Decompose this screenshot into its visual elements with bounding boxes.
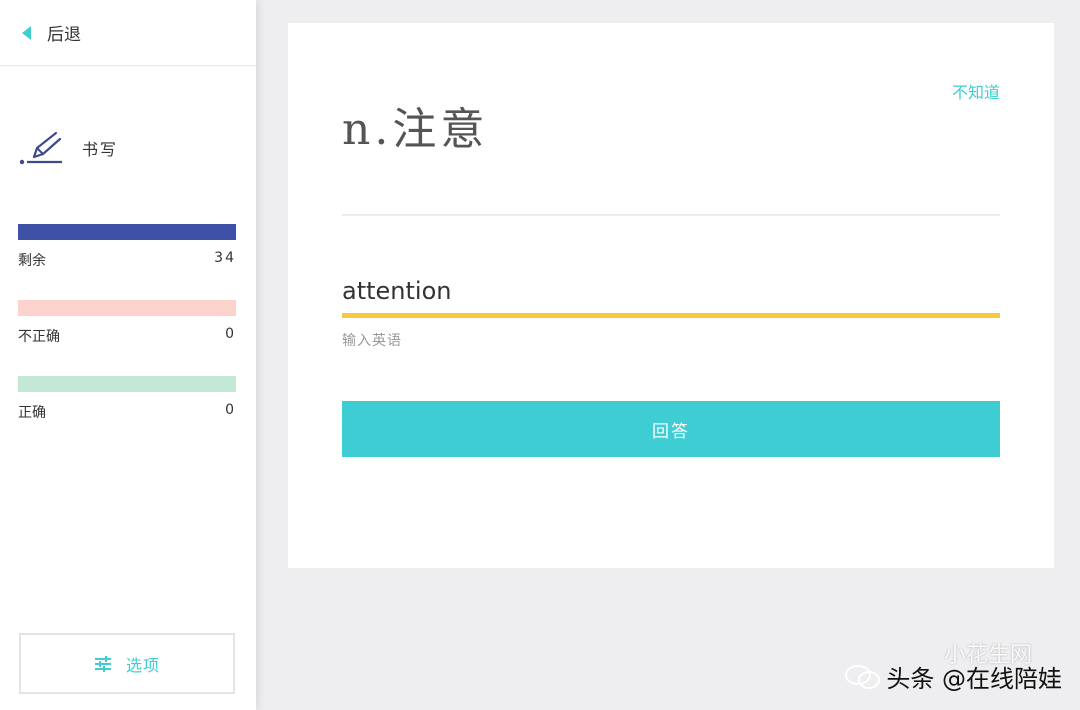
remaining-count: 34 bbox=[214, 250, 236, 266]
remaining-bar bbox=[18, 224, 236, 240]
sidebar: 后退 书写 剩余 34 不正确 0 正确 0 选项 bbox=[0, 0, 256, 710]
divider bbox=[342, 214, 1000, 216]
dont-know-link[interactable]: 不知道 bbox=[952, 79, 1000, 103]
stat-correct: 正确 0 bbox=[18, 376, 236, 422]
question-card: 不知道 n.注意 输入英语 回答 bbox=[288, 23, 1054, 568]
answer-input[interactable] bbox=[342, 269, 1000, 313]
answer-hint: 输入英语 bbox=[342, 333, 402, 349]
back-button[interactable]: 后退 bbox=[0, 0, 256, 66]
learning-app: 后退 书写 剩余 34 不正确 0 正确 0 选项 不知道 n.注意 atten… bbox=[0, 0, 1080, 710]
options-button[interactable]: 选项 bbox=[19, 633, 235, 694]
answer-underline bbox=[342, 313, 1000, 318]
sliders-icon bbox=[94, 655, 111, 672]
correct-count: 0 bbox=[225, 402, 236, 418]
incorrect-count: 0 bbox=[225, 326, 236, 342]
mode-label: 书写 bbox=[82, 140, 119, 159]
study-mode: 书写 bbox=[18, 128, 118, 168]
stat-remaining: 剩余 34 bbox=[18, 224, 236, 270]
incorrect-label: 不正确 bbox=[18, 329, 60, 345]
answer-button[interactable]: 回答 bbox=[342, 401, 1000, 457]
incorrect-bar bbox=[18, 300, 236, 316]
watermark: 小花生网 头条 @在线陪娃 bbox=[844, 643, 1062, 694]
options-label: 选项 bbox=[125, 655, 160, 675]
back-label: 后退 bbox=[47, 25, 81, 45]
wechat-logo-icon bbox=[845, 664, 881, 689]
word-prompt: n.注意 bbox=[342, 104, 489, 155]
correct-label: 正确 bbox=[18, 405, 46, 421]
watermark-faint-text: 小花生网 bbox=[943, 643, 1032, 668]
correct-bar bbox=[18, 376, 236, 392]
pen-writing-icon bbox=[19, 131, 62, 165]
answer-field: 输入英语 bbox=[342, 269, 1000, 350]
back-arrow-icon bbox=[22, 25, 31, 40]
stat-incorrect: 不正确 0 bbox=[18, 300, 236, 346]
remaining-label: 剩余 bbox=[18, 253, 46, 269]
